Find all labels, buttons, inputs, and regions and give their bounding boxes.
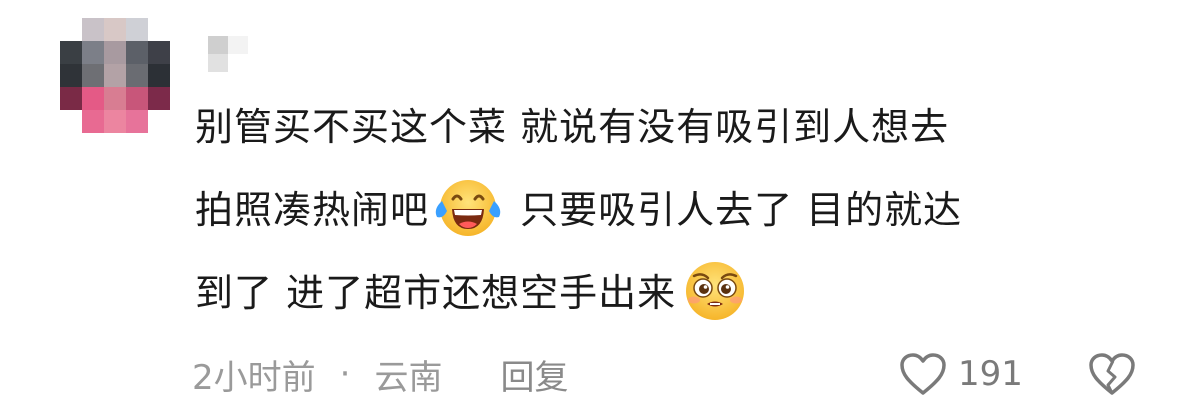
- username[interactable]: [208, 36, 248, 72]
- heart-outline-icon: [900, 353, 946, 395]
- dislike-button[interactable]: [1086, 346, 1138, 402]
- meta-separator: ·: [339, 354, 351, 394]
- comment-location: 云南: [374, 357, 443, 398]
- reply-button[interactable]: 回复: [500, 350, 568, 399]
- comment-line-2: 拍照凑热闹吧 只要吸引人去了 目的就达: [195, 169, 1155, 252]
- comment-line-2-text: 拍照凑热闹吧: [195, 188, 430, 232]
- comment-line-3: 到了 进了超市还想空手出来: [195, 252, 1155, 335]
- avatar[interactable]: [60, 18, 170, 133]
- comment-line-1: 别管买不买这个菜 就说有没有吸引到人想去: [195, 105, 950, 149]
- like-count: 191: [958, 354, 1023, 394]
- comment-line-2-text-b: 只要吸引人去了 目的就达: [507, 188, 963, 232]
- pleading-emoji: [680, 254, 750, 324]
- like-button[interactable]: 191: [898, 346, 1023, 402]
- broken-heart-icon: [1089, 353, 1135, 395]
- comment-line-3-text: 到了 进了超市还想空手出来: [195, 271, 677, 315]
- comment-item: 别管买不买这个菜 就说有没有吸引到人想去 拍照凑热闹吧 只要吸引人去了 目的就达…: [0, 0, 1200, 416]
- laughing-crying-emoji: [433, 171, 503, 241]
- comment-time: 2小时前: [192, 357, 316, 398]
- comment-text: 别管买不买这个菜 就说有没有吸引到人想去 拍照凑热闹吧 只要吸引人去了 目的就达…: [195, 86, 1155, 335]
